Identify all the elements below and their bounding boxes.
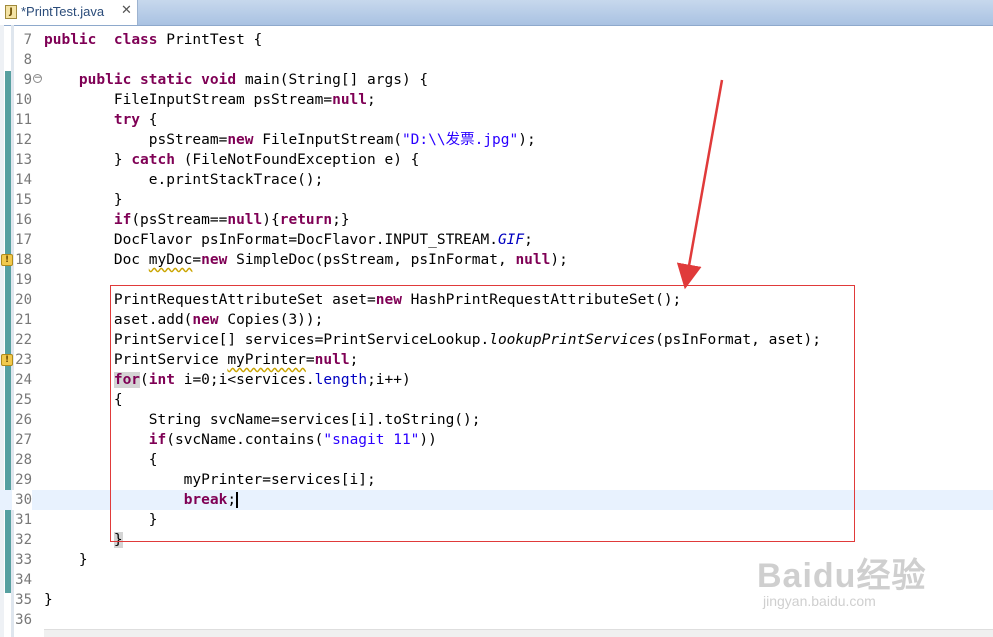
java-file-icon: J [5,5,17,19]
tab-title: *PrintTest.java [21,4,105,19]
editor-tab-bar: J *PrintTest.java ✕ [0,0,993,26]
baidu-watermark: Baidu经验 jingyan.baidu.com [757,548,957,618]
close-icon[interactable]: ✕ [121,3,132,18]
watermark-url: jingyan.baidu.com [763,593,876,609]
tab-printtest-java[interactable]: J *PrintTest.java ✕ [0,0,138,25]
watermark-logo: Baidu经验 [757,557,927,595]
red-arrow-annotation [676,79,724,290]
horizontal-scrollbar[interactable] [44,629,993,637]
code-editor[interactable]: 7 public class PrintTest {8 9− public stat… [0,25,993,637]
